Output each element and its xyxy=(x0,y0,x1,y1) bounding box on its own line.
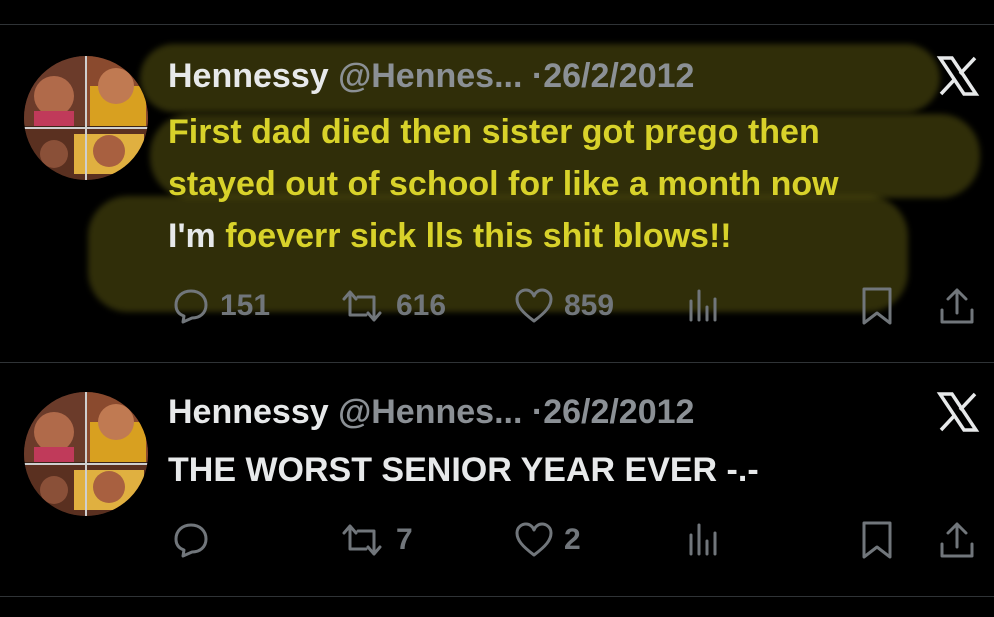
share-icon xyxy=(938,520,976,560)
tweet-1[interactable]: Hennessy @Hennes... ·26/2/2012 First dad… xyxy=(0,44,994,356)
heart-icon xyxy=(514,287,554,325)
retweet-count: 7 xyxy=(396,523,413,556)
avatar[interactable] xyxy=(24,392,148,516)
action-bar: 151 616 859 xyxy=(0,284,994,328)
bookmark-button[interactable] xyxy=(860,284,894,328)
reply-button[interactable]: 151 xyxy=(172,284,270,328)
tweet-text: First dad died then sister got prego the… xyxy=(168,106,839,262)
display-name[interactable]: Hennessy xyxy=(168,57,329,95)
views-icon xyxy=(686,287,720,325)
tweet-text-fragment: I'm xyxy=(168,217,226,255)
like-count: 2 xyxy=(564,523,581,556)
share-button[interactable] xyxy=(938,518,976,562)
reply-icon xyxy=(172,521,210,559)
bookmark-button[interactable] xyxy=(860,518,894,562)
tweet-text-line: THE WORST SENIOR YEAR EVER -.- xyxy=(168,451,759,489)
tweet-2[interactable]: Hennessy @Hennes... ·26/2/2012 THE WORST… xyxy=(0,392,994,592)
avatar[interactable] xyxy=(24,56,148,180)
x-logo-icon xyxy=(936,54,980,98)
tweet-header: Hennessy @Hennes... ·26/2/2012 xyxy=(168,392,694,432)
retweet-count: 616 xyxy=(396,289,447,322)
share-button[interactable] xyxy=(938,284,976,328)
tweet-text-line: First dad died then sister got prego the… xyxy=(168,113,820,151)
display-name[interactable]: Hennessy xyxy=(168,393,329,431)
views-button[interactable] xyxy=(686,518,720,562)
like-button[interactable]: 859 xyxy=(514,284,614,328)
bottom-divider xyxy=(0,596,994,597)
reply-count: 151 xyxy=(220,289,271,322)
retweet-button[interactable]: 7 xyxy=(338,518,413,562)
top-divider xyxy=(0,24,994,25)
tweet-date[interactable]: 26/2/2012 xyxy=(543,57,694,95)
retweet-icon xyxy=(338,287,386,325)
heart-icon xyxy=(514,521,554,559)
like-button[interactable]: 2 xyxy=(514,518,581,562)
like-count: 859 xyxy=(564,289,615,322)
reply-button[interactable] xyxy=(172,518,220,562)
tweet-text-fragment: foeverr sick lls this shit blows!! xyxy=(225,217,732,255)
retweet-icon xyxy=(338,521,386,559)
tweet-text-line: I'm foeverr sick lls this shit blows!! xyxy=(168,210,839,262)
x-logo-icon xyxy=(936,390,980,434)
action-bar: 7 2 xyxy=(0,518,994,562)
share-icon xyxy=(938,286,976,326)
tweet-divider xyxy=(0,362,994,363)
tweet-text-line: stayed out of school for like a month no… xyxy=(168,165,839,203)
tweet-date[interactable]: 26/2/2012 xyxy=(543,393,694,431)
bookmark-icon xyxy=(860,520,894,560)
user-handle[interactable]: @Hennes... xyxy=(338,393,522,431)
bookmark-icon xyxy=(860,286,894,326)
tweet-text: THE WORST SENIOR YEAR EVER -.- xyxy=(168,444,759,496)
separator: · xyxy=(531,393,544,431)
tweet-header: Hennessy @Hennes... ·26/2/2012 xyxy=(168,56,694,96)
retweet-button[interactable]: 616 xyxy=(338,284,446,328)
views-button[interactable] xyxy=(686,284,720,328)
separator: · xyxy=(531,57,544,95)
reply-icon xyxy=(172,287,210,325)
user-handle[interactable]: @Hennes... xyxy=(338,57,522,95)
views-icon xyxy=(686,521,720,559)
